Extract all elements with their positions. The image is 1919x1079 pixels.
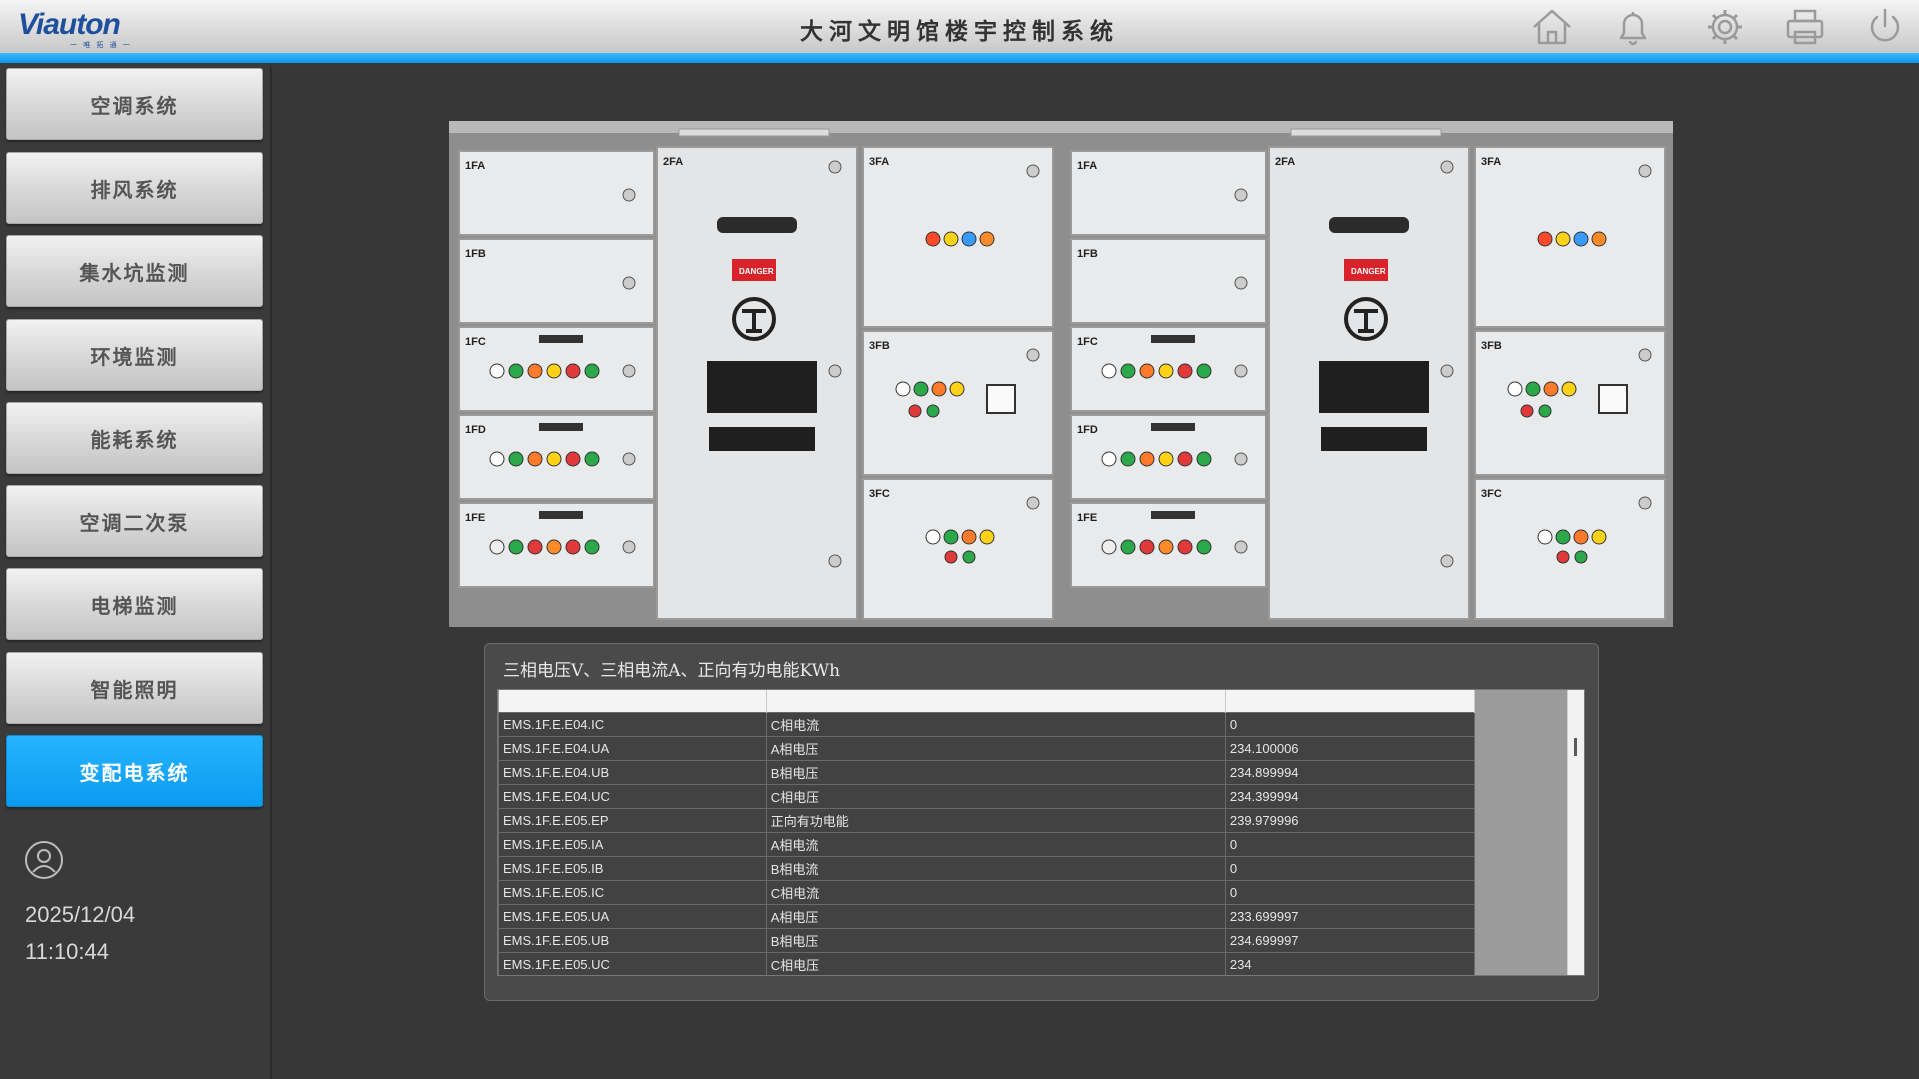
cell-description: C相电压 [765,952,1226,975]
sidebar-item-power-distribution[interactable]: 变配电系统 [6,735,263,807]
right-unit-label: 1FC [1077,336,1098,348]
current-time: 11:10:44 [25,939,110,964]
cell-value: 234 [1224,952,1476,975]
table-row[interactable]: EMS.1F.E.E04.UA A相电压 234.100006 [498,736,1476,761]
right-danger-sign: DANGER [1351,267,1386,276]
cell-value: 234.399994 [1224,784,1476,809]
sidebar-item-environment[interactable]: 环境监测 [6,319,263,391]
cell-description: A相电流 [765,832,1226,857]
table-row[interactable]: EMS.1F.E.E04.UB B相电压 234.899994 [498,760,1476,785]
home-icon[interactable] [1530,6,1574,48]
user-icon[interactable] [24,840,64,880]
right-unit-label: 1FE [1077,512,1097,524]
cell-tag: EMS.1F.E.E04.IC [498,712,767,737]
table-row[interactable]: EMS.1F.E.E05.UB B相电压 234.699997 [498,928,1476,953]
cell-description: 正向有功电能 [765,808,1226,833]
cell-description: A相电压 [765,904,1226,929]
data-table-container: EMS.1F.E.E04.IC C相电流 0 EMS.1F.E.E04.UA A相电压 2… [497,689,1585,976]
cell-tag: EMS.1F.E.E05.UA [498,904,767,929]
cell-description: C相电流 [765,712,1226,737]
table-row[interactable]: EMS.1F.E.E04.UC C相电压 234.399994 [498,784,1476,809]
cell-tag: EMS.1F.E.E05.IB [498,856,767,881]
left-unit-label: 3FB [869,340,890,352]
right-unit-label: 3FB [1481,340,1502,352]
cell-value: 234.699997 [1224,928,1476,953]
right-unit-label: 1FA [1077,160,1097,172]
sidebar: 空调系统 排风系统 集水坑监测 环境监测 能耗系统 空调二次泵 电梯监测 智能照… [0,63,271,1079]
cell-value: 234.100006 [1224,736,1476,761]
bell-icon[interactable] [1611,6,1655,48]
right-unit-label: 1FB [1077,248,1098,260]
table-header-row [498,690,1476,713]
cell-tag: EMS.1F.E.E05.IC [498,880,767,905]
power-icon[interactable] [1863,6,1907,48]
cell-value: 0 [1224,832,1476,857]
column-header-value[interactable] [1225,690,1476,713]
sidebar-item-sump-monitor[interactable]: 集水坑监测 [6,235,263,307]
cell-tag: EMS.1F.E.E05.UC [498,952,767,975]
left-unit-label: 3FC [869,488,890,500]
cell-tag: EMS.1F.E.E04.UC [498,784,767,809]
cell-description: B相电压 [765,760,1226,785]
column-header-tag[interactable] [498,690,767,713]
cell-description: A相电压 [765,736,1226,761]
cell-tag: EMS.1F.E.E05.IA [498,832,767,857]
gear-icon[interactable] [1703,6,1747,48]
sidebar-item-lighting[interactable]: 智能照明 [6,652,263,724]
cell-value: 0 [1224,856,1476,881]
table-row[interactable]: EMS.1F.E.E05.EP 正向有功电能 239.979996 [498,808,1476,833]
table-row[interactable]: EMS.1F.E.E05.IA A相电流 0 [498,832,1476,857]
left-danger-sign: DANGER [739,267,774,276]
left-unit-label: 1FB [465,248,486,260]
left-unit-label: 1FE [465,512,485,524]
printer-icon[interactable] [1783,6,1827,48]
left-unit-label: 1FA [465,160,485,172]
sidebar-item-energy[interactable]: 能耗系统 [6,402,263,474]
right-unit-label: 3FC [1481,488,1502,500]
cell-description: C相电压 [765,784,1226,809]
table-row[interactable]: EMS.1F.E.E05.IC C相电流 0 [498,880,1476,905]
cell-value: 239.979996 [1224,808,1476,833]
table-row[interactable]: EMS.1F.E.E05.UC C相电压 234 [498,952,1476,975]
left-unit-label: 3FA [869,156,889,168]
cell-tag: EMS.1F.E.E05.EP [498,808,767,833]
sidebar-item-elevator[interactable]: 电梯监测 [6,568,263,640]
right-unit-label: 3FA [1481,156,1501,168]
cell-value: 234.899994 [1224,760,1476,785]
cell-tag: EMS.1F.E.E04.UB [498,760,767,785]
cell-tag: EMS.1F.E.E04.UA [498,736,767,761]
sidebar-item-hvac[interactable]: 空调系统 [6,68,263,140]
cell-value: 0 [1224,712,1476,737]
current-date: 2025/12/04 [25,902,136,927]
left-unit-label: 1FD [465,424,486,436]
data-table: EMS.1F.E.E04.IC C相电流 0 EMS.1F.E.E04.UA A相电压 2… [498,690,1476,975]
cell-description: B相电压 [765,928,1226,953]
right-unit-label: 2FA [1275,156,1295,168]
cell-description: C相电流 [765,880,1226,905]
top-header: Viauton 一 唯 拓 通 一 大河文明馆楼宇控制系统 [0,0,1919,55]
sidebar-item-exhaust[interactable]: 排风系统 [6,152,263,224]
column-header-description[interactable] [766,690,1226,713]
right-unit-label: 1FD [1077,424,1098,436]
left-unit-label: 2FA [663,156,683,168]
data-panel-title: 三相电压V、三相电流A、正向有功电能KWh [503,661,841,681]
data-panel: 三相电压V、三相电流A、正向有功电能KWh EMS.1F.E.E04.IC C相电… [484,643,1599,1001]
cell-value: 233.699997 [1224,904,1476,929]
cell-description: B相电流 [765,856,1226,881]
cell-value: 0 [1224,880,1476,905]
switchgear-panel-image: 1FA 1FB 1FC 1FD 1FE 2FA DANGER 3FA 3FB 3FC 1FA 1FB… [449,121,1673,627]
sidebar-item-secondary-pump[interactable]: 空调二次泵 [6,485,263,557]
table-row[interactable]: EMS.1F.E.E04.IC C相电流 0 [498,712,1476,737]
table-row[interactable]: EMS.1F.E.E05.IB B相电流 0 [498,856,1476,881]
cell-tag: EMS.1F.E.E05.UB [498,928,767,953]
table-scrollbar[interactable] [1567,690,1584,975]
left-unit-label: 1FC [465,336,486,348]
scrollbar-thumb[interactable] [1574,738,1577,756]
table-row[interactable]: EMS.1F.E.E05.UA A相电压 233.699997 [498,904,1476,929]
header-accent-bar [0,53,1919,63]
